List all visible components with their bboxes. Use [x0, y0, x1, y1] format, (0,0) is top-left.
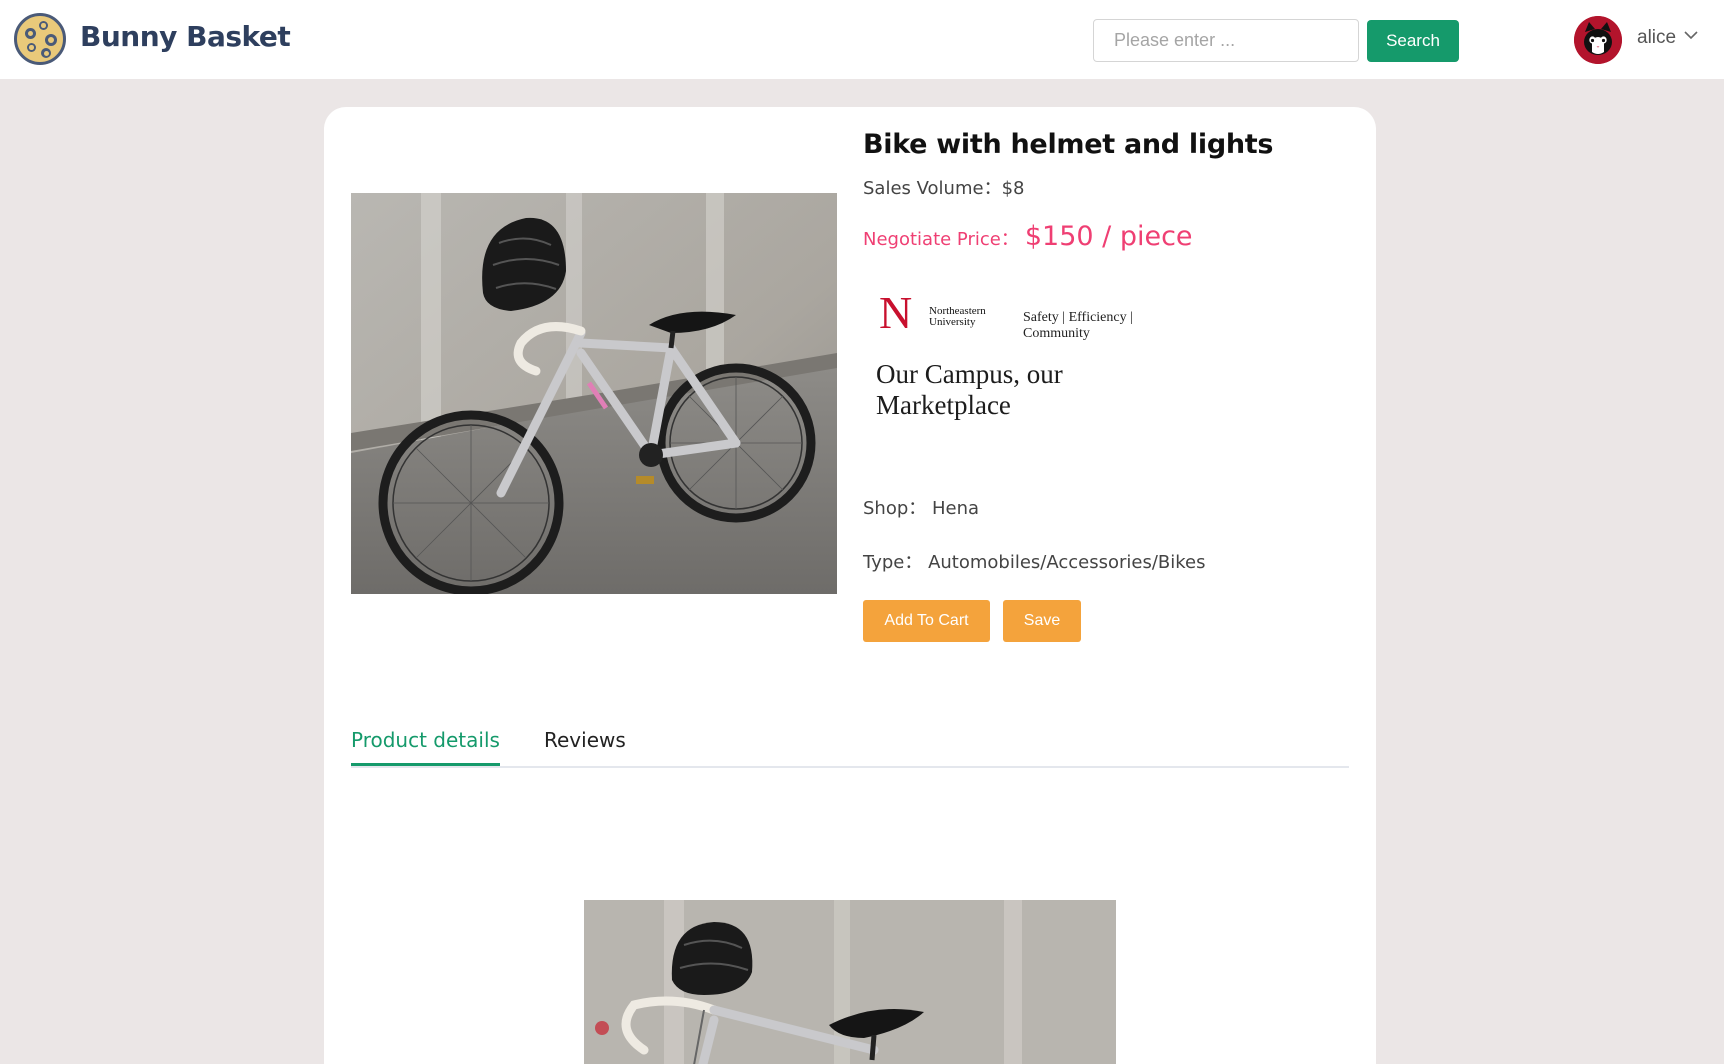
bunny-basket-logo-icon[interactable]: [14, 13, 66, 65]
university-name: Northeastern University: [929, 306, 986, 328]
banner-tagline: Safety | Efficiency | Community: [1023, 310, 1133, 341]
sales-volume: Sales Volume：$8: [863, 178, 1025, 199]
cat-avatar-icon: [1574, 16, 1622, 64]
username-label[interactable]: alice: [1637, 27, 1676, 49]
price-value: $150 / piece: [1024, 221, 1193, 252]
product-card: Bike with helmet and lights Sales Volume…: [324, 107, 1376, 1064]
product-detail-image: [584, 900, 1116, 1064]
product-type: Type： Automobiles/Accessories/Bikes: [863, 552, 1206, 573]
tab-reviews[interactable]: Reviews: [544, 728, 626, 752]
bike-photo: [351, 193, 837, 594]
product-image[interactable]: [351, 193, 837, 594]
user-avatar[interactable]: [1574, 16, 1622, 64]
university-name-line2: University: [929, 316, 976, 328]
northeastern-banner: N Northeastern University Safety | Effic…: [865, 275, 1185, 420]
shop-name: Shop： Hena: [863, 498, 980, 519]
search-input[interactable]: [1093, 19, 1359, 62]
banner-motto: Our Campus, our Marketplace: [876, 359, 1063, 420]
search-button[interactable]: Search: [1367, 20, 1459, 62]
product-title: Bike with helmet and lights: [863, 129, 1274, 160]
northeastern-n-logo-icon: N: [879, 287, 913, 338]
bike-detail-photo: [584, 900, 1116, 1064]
chevron-down-icon[interactable]: [1683, 27, 1699, 43]
top-header: Bunny Basket Search alice: [0, 0, 1724, 79]
brand-name[interactable]: Bunny Basket: [80, 20, 291, 53]
tab-product-details[interactable]: Product details: [351, 728, 500, 766]
add-to-cart-button[interactable]: Add To Cart: [863, 600, 990, 642]
save-button[interactable]: Save: [1003, 600, 1081, 642]
price-label: Negotiate Price：: [863, 229, 1019, 250]
negotiate-price: Negotiate Price： $150 / piece: [863, 221, 1193, 252]
product-tabs: Product details Reviews: [351, 716, 1349, 768]
